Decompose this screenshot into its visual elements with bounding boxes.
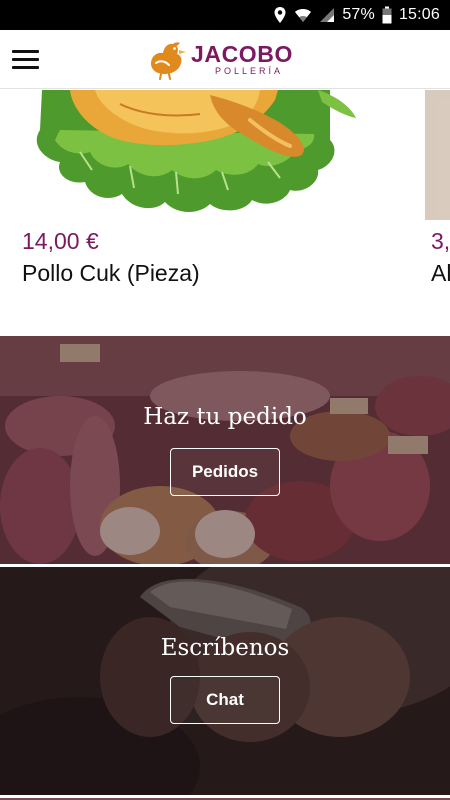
chat-button[interactable]: Chat	[170, 676, 280, 724]
battery-percent: 57%	[342, 6, 375, 23]
app-screen: 57% 15:06 JACOBO POLLERÍA 14,00 € Pollo …	[0, 0, 450, 800]
location-icon	[273, 6, 287, 24]
brand-logo[interactable]: JACOBO POLLERÍA	[145, 38, 293, 80]
product-image-partial	[425, 90, 450, 220]
product-name: Al	[431, 260, 450, 286]
product-card[interactable]: 3, Al	[425, 90, 450, 336]
status-bar: 57% 15:06	[0, 0, 450, 30]
banner-title: Haz tu pedido	[143, 404, 307, 430]
app-header: JACOBO POLLERÍA	[0, 30, 450, 89]
clock: 15:06	[398, 6, 440, 23]
wifi-icon	[294, 7, 312, 23]
product-price: 3,	[431, 228, 450, 254]
signal-icon	[319, 7, 335, 23]
banner-title: Escríbenos	[160, 635, 290, 661]
product-price: 14,00 €	[22, 228, 99, 254]
product-card[interactable]: 14,00 € Pollo Cuk (Pieza)	[0, 90, 420, 336]
chicken-logo-icon	[151, 42, 186, 80]
logo-name: JACOBO	[191, 40, 294, 67]
hamburger-menu-icon[interactable]	[12, 47, 40, 73]
battery-icon	[382, 6, 392, 24]
orders-button[interactable]: Pedidos	[170, 448, 280, 496]
product-name: Pollo Cuk (Pieza)	[22, 260, 200, 286]
order-banner: Haz tu pedido Pedidos	[0, 336, 450, 564]
logo-subtitle: POLLERÍA	[215, 65, 284, 76]
product-carousel[interactable]: 14,00 € Pollo Cuk (Pieza) 3, Al	[0, 90, 450, 336]
chat-banner: Escríbenos Chat	[0, 567, 450, 795]
product-image-chicken	[0, 90, 420, 220]
